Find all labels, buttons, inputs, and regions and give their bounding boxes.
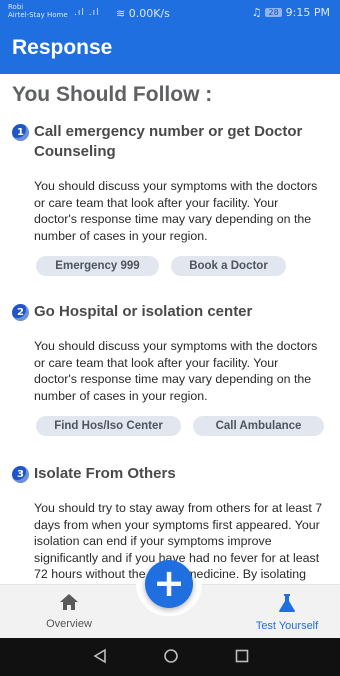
home-icon <box>60 594 78 610</box>
number-three-icon: 3 <box>12 466 29 483</box>
clock: 9:15 PM <box>285 6 330 19</box>
battery-icon: 28 <box>265 8 282 17</box>
number-two-icon: 2 <box>12 304 29 321</box>
status-bar: Robi Airtel-Stay Home .ıl .ıl ≋ 0.00K/s … <box>0 0 340 28</box>
find-hospital-button[interactable]: Find Hos/Iso Center <box>36 416 181 436</box>
carrier-info: Robi Airtel-Stay Home <box>8 3 68 19</box>
home-circle-icon[interactable] <box>163 648 179 664</box>
status-right: ♫ 28 9:15 PM <box>252 6 330 19</box>
follow-heading: You Should Follow : <box>12 83 213 106</box>
signal-bars: .ıl .ıl <box>74 8 100 18</box>
wifi-icon: ≋ <box>116 7 126 20</box>
app-bar: Response <box>0 28 340 74</box>
network-speed: ≋ 0.00K/s <box>116 7 170 20</box>
section-title: Call emergency number or get Doctor Coun… <box>34 123 303 160</box>
call-ambulance-button[interactable]: Call Ambulance <box>193 416 324 436</box>
system-nav-bar <box>0 638 340 676</box>
section-title: Go Hospital or isolation center <box>34 303 253 320</box>
recents-icon[interactable] <box>234 648 250 664</box>
flask-icon <box>279 594 295 612</box>
carrier-network: Airtel-Stay Home <box>8 11 68 19</box>
section-body: You should discuss your symptoms with th… <box>34 339 318 403</box>
vibrate-icon: ♫ <box>251 6 262 19</box>
number-one-icon: 1 <box>12 124 29 141</box>
emergency-999-button[interactable]: Emergency 999 <box>36 256 159 276</box>
carrier-name: Robi <box>8 3 24 11</box>
back-icon[interactable] <box>92 648 108 664</box>
plus-icon: + <box>153 561 185 605</box>
add-button[interactable]: + <box>145 560 193 608</box>
book-doctor-button[interactable]: Book a Doctor <box>171 256 286 276</box>
nav-overview-label: Overview <box>46 618 92 630</box>
nav-test-yourself-label: Test Yourself <box>255 620 319 632</box>
nav-test-yourself[interactable]: Test Yourself <box>244 593 330 632</box>
nav-overview[interactable]: Overview <box>34 593 104 630</box>
page-title: Response <box>12 36 113 59</box>
signal-icon: .ıl .ıl <box>74 8 100 18</box>
network-speed-value: 0.00K/s <box>128 7 170 20</box>
section-title: Isolate From Others <box>34 465 176 482</box>
section-body: You should discuss your symptoms with th… <box>34 179 318 243</box>
response-content[interactable]: You Should Follow : 1 Call emergency num… <box>0 74 340 584</box>
